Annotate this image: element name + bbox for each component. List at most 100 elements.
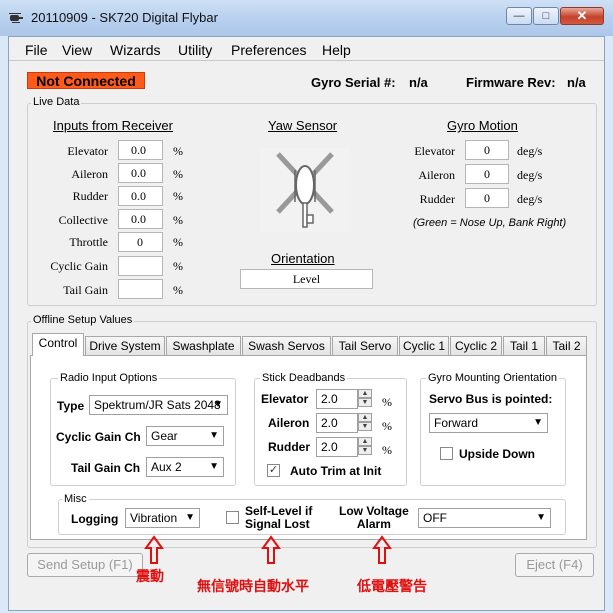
gyro-label: Elevator xyxy=(414,144,455,158)
auto-trim-label: Auto Trim at Init xyxy=(290,464,382,478)
minimize-button[interactable]: — xyxy=(506,7,532,25)
deadband-unit: % xyxy=(382,395,392,409)
tab-swashplate[interactable]: Swashplate xyxy=(166,336,241,355)
chevron-down-icon: ▼ xyxy=(209,430,219,441)
tab-tail-1[interactable]: Tail 1 xyxy=(503,336,545,355)
deadband-unit: % xyxy=(382,419,392,433)
gyro-serial-label: Gyro Serial #: xyxy=(311,75,396,90)
tab-drive-system[interactable]: Drive System xyxy=(85,336,165,355)
input-label: Throttle xyxy=(69,235,108,249)
menu-preferences[interactable]: Preferences xyxy=(231,42,306,58)
gyro-label: Aileron xyxy=(418,168,455,182)
input-label: Rudder xyxy=(72,189,108,203)
input-value-collective: 0.0 xyxy=(118,209,163,229)
live-data-title: Live Data xyxy=(31,96,82,108)
self-level-checkbox[interactable] xyxy=(226,511,239,524)
annotation-self-level: 無信號時自動水平 xyxy=(197,578,309,594)
upside-down-label: Upside Down xyxy=(459,447,536,461)
gyro-unit: deg/s xyxy=(517,168,543,182)
yaw-sensor-title: Yaw Sensor xyxy=(268,118,338,133)
offline-setup-title: Offline Setup Values xyxy=(31,314,135,326)
deadband-label: Aileron xyxy=(268,416,310,430)
maximize-button[interactable]: □ xyxy=(533,7,559,25)
firmware-label: Firmware Rev: xyxy=(466,75,556,90)
input-unit: % xyxy=(173,167,183,181)
input-value-cyclic-gain xyxy=(118,256,163,276)
spin-up-icon[interactable]: ▲ xyxy=(358,389,372,398)
tab-tail-2[interactable]: Tail 2 xyxy=(546,336,587,355)
upside-down-checkbox[interactable] xyxy=(440,447,453,460)
maximize-icon: □ xyxy=(542,10,550,22)
low-voltage-value: OFF xyxy=(423,511,447,525)
spin-down-icon[interactable]: ▼ xyxy=(358,422,372,431)
input-value-elevator: 0.0 xyxy=(118,140,163,160)
spin-up-icon[interactable]: ▲ xyxy=(358,413,372,422)
tab-swash-servos[interactable]: Swash Servos xyxy=(242,336,331,355)
helicopter-app-icon xyxy=(9,13,23,23)
gyro-value-aileron: 0 xyxy=(465,164,509,184)
spin-down-icon[interactable]: ▼ xyxy=(358,446,372,455)
spin-up-icon[interactable]: ▲ xyxy=(358,437,372,446)
type-select-value: Spektrum/JR Sats 2048 xyxy=(94,398,221,412)
inputs-title: Inputs from Receiver xyxy=(53,118,173,133)
menu-bar xyxy=(9,37,604,61)
servo-bus-select[interactable]: Forward ▼ xyxy=(429,413,548,433)
input-unit: % xyxy=(173,259,183,273)
deadband-aileron-input[interactable]: 2.0 xyxy=(316,413,358,433)
close-button[interactable]: ✕ xyxy=(560,7,604,25)
deadband-rudder-input[interactable]: 2.0 xyxy=(316,437,358,457)
tail-gain-ch-label: Tail Gain Ch xyxy=(71,461,141,475)
input-value-aileron: 0.0 xyxy=(118,163,163,183)
eject-button[interactable]: Eject (F4) xyxy=(515,553,594,577)
cyclic-gain-ch-value: Gear xyxy=(151,429,178,443)
tab-control[interactable]: Control xyxy=(32,333,84,356)
input-unit: % xyxy=(173,213,183,227)
gyro-value-elevator: 0 xyxy=(465,140,509,160)
low-voltage-line-2: Alarm xyxy=(356,517,391,531)
logging-select[interactable]: Vibration ▼ xyxy=(125,508,200,528)
close-icon: ✕ xyxy=(576,8,588,23)
chevron-down-icon: ▼ xyxy=(209,461,219,472)
tab-cyclic-1[interactable]: Cyclic 1 xyxy=(399,336,449,355)
arrow-up-icon xyxy=(144,535,164,564)
input-value-rudder: 0.0 xyxy=(118,186,163,206)
menu-wizards[interactable]: Wizards xyxy=(110,42,161,58)
orientation-title: Orientation xyxy=(271,251,335,266)
tab-tail-servo[interactable]: Tail Servo xyxy=(332,336,398,355)
gyro-color-note: (Green = Nose Up, Bank Right) xyxy=(413,217,567,229)
menu-view[interactable]: View xyxy=(62,42,92,58)
type-label: Type xyxy=(57,399,85,413)
helicopter-top-view-icon xyxy=(260,148,350,232)
tail-gain-ch-value: Aux 2 xyxy=(151,460,182,474)
deadband-elevator-input[interactable]: 2.0 xyxy=(316,389,358,409)
send-setup-button[interactable]: Send Setup (F1) xyxy=(27,553,143,577)
annotation-low-voltage: 低電壓警告 xyxy=(357,578,427,594)
chevron-down-icon: ▼ xyxy=(213,399,223,410)
input-label: Tail Gain xyxy=(63,283,108,297)
spin-down-icon[interactable]: ▼ xyxy=(358,398,372,407)
tail-gain-ch-select[interactable]: Aux 2 ▼ xyxy=(146,457,224,477)
auto-trim-checkbox[interactable]: ✓ xyxy=(267,464,280,477)
cyclic-gain-ch-select[interactable]: Gear ▼ xyxy=(146,426,224,446)
window-title: 20110909 - SK720 Digital Flybar xyxy=(31,10,218,25)
annotation-vibration: 震動 xyxy=(136,568,164,584)
orientation-value: Level xyxy=(240,269,373,289)
low-voltage-select[interactable]: OFF ▼ xyxy=(418,508,551,528)
deadband-label: Elevator xyxy=(261,392,309,406)
minimize-icon: — xyxy=(513,10,525,22)
menu-file[interactable]: File xyxy=(25,42,48,58)
input-unit: % xyxy=(173,144,183,158)
self-level-line-2: Signal Lost xyxy=(245,517,310,531)
menu-utility[interactable]: Utility xyxy=(178,42,212,58)
menu-help[interactable]: Help xyxy=(322,42,351,58)
tab-cyclic-2[interactable]: Cyclic 2 xyxy=(450,336,502,355)
gyro-unit: deg/s xyxy=(517,144,543,158)
gyro-label: Rudder xyxy=(419,192,455,206)
input-label: Elevator xyxy=(67,144,108,158)
type-select[interactable]: Spektrum/JR Sats 2048 ▼ xyxy=(89,395,228,415)
input-unit: % xyxy=(173,235,183,249)
chevron-down-icon: ▼ xyxy=(185,512,195,523)
cyclic-gain-ch-label: Cyclic Gain Ch xyxy=(56,430,141,444)
radio-input-title: Radio Input Options xyxy=(58,372,160,384)
input-unit: % xyxy=(173,283,183,297)
